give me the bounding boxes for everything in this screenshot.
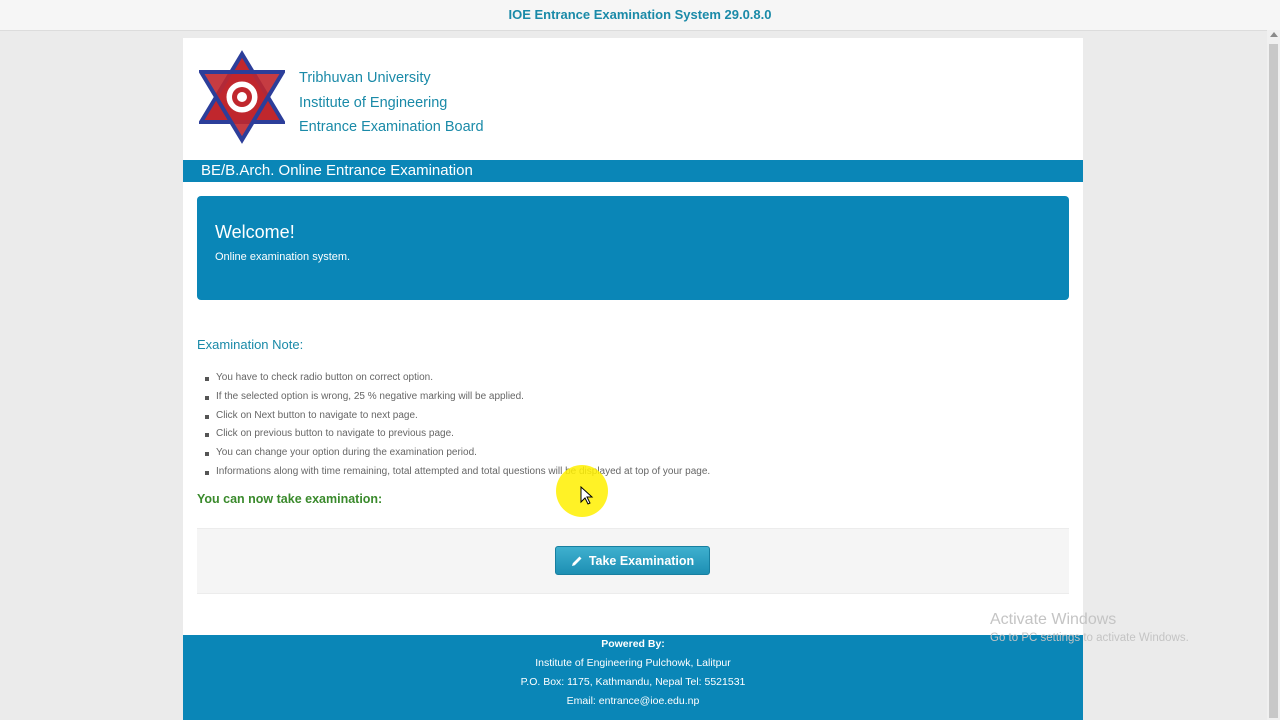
- pencil-icon: [571, 556, 582, 566]
- activate-windows-watermark: Activate Windows Go to PC settings to ac…: [990, 611, 1189, 644]
- footer-contact: P.O. Box: 1175, Kathmandu, Nepal Tel: 55…: [520, 676, 746, 688]
- action-well: Take Examination: [197, 528, 1069, 594]
- list-item: Click on Next button to navigate to next…: [197, 407, 710, 426]
- organization-name: Tribhuvan University Institute of Engine…: [299, 66, 484, 140]
- exam-page: Tribhuvan University Institute of Engine…: [183, 38, 1083, 720]
- board-name: Entrance Examination Board: [299, 119, 484, 135]
- welcome-subtitle: Online examination system.: [215, 251, 351, 263]
- watermark-subtitle: Go to PC settings to activate Windows.: [990, 632, 1189, 644]
- footer-address: Institute of Engineering Pulchowk, Lalit…: [535, 657, 731, 669]
- tu-emblem-icon: [199, 50, 285, 144]
- take-examination-button[interactable]: Take Examination: [555, 546, 710, 575]
- exam-title-band: BE/B.Arch. Online Entrance Examination: [183, 160, 1083, 182]
- vertical-scrollbar[interactable]: [1267, 30, 1280, 720]
- footer-powered-by: Powered By:: [601, 638, 665, 650]
- list-item: Informations along with time remaining, …: [197, 463, 710, 482]
- welcome-title: Welcome!: [215, 222, 295, 242]
- mouse-cursor-icon: [580, 486, 594, 505]
- list-item: Click on previous button to navigate to …: [197, 425, 710, 444]
- list-item: You have to check radio button on correc…: [197, 369, 710, 388]
- ready-prompt: You can now take examination:: [197, 492, 383, 506]
- page-header: Tribhuvan University Institute of Engine…: [183, 38, 1083, 160]
- university-name: Tribhuvan University: [299, 70, 431, 86]
- list-item: If the selected option is wrong, 25 % ne…: [197, 388, 710, 407]
- page-footer: Powered By: Institute of Engineering Pul…: [183, 635, 1083, 720]
- watermark-title: Activate Windows: [990, 611, 1117, 628]
- examination-note-list: You have to check radio button on correc…: [197, 369, 710, 482]
- institute-name: Institute of Engineering: [299, 94, 448, 111]
- welcome-panel: Welcome! Online examination system.: [197, 196, 1069, 300]
- scrollbar-thumb[interactable]: [1269, 44, 1278, 718]
- window-title: IOE Entrance Examination System 29.0.8.0: [0, 0, 1280, 31]
- scroll-up-icon[interactable]: [1270, 32, 1278, 37]
- examination-note-title: Examination Note:: [197, 337, 304, 352]
- footer-email: Email: entrance@ioe.edu.np: [566, 695, 700, 707]
- take-examination-label: Take Examination: [588, 553, 695, 568]
- list-item: You can change your option during the ex…: [197, 444, 710, 463]
